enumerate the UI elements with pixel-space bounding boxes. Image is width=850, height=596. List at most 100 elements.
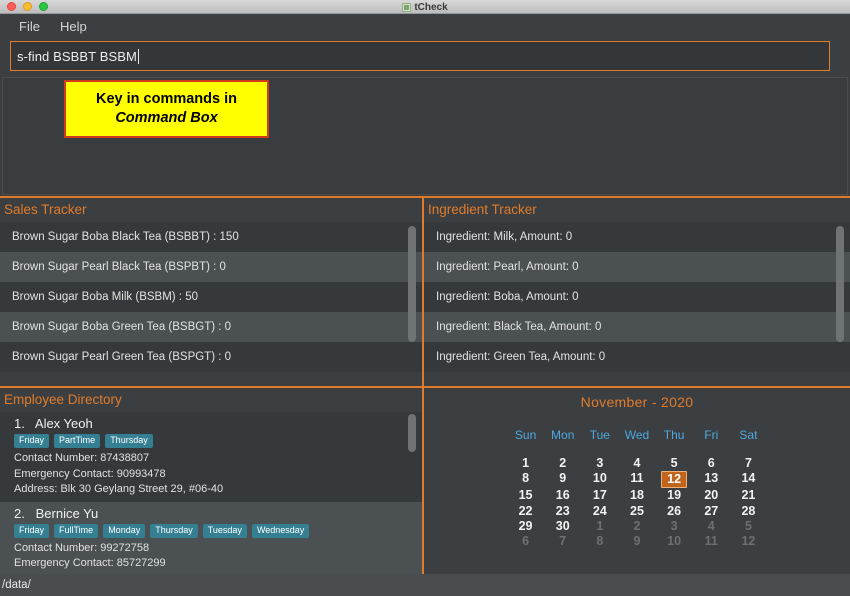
calendar-day-cell[interactable]: 24 xyxy=(581,504,618,519)
sales-tracker-row-label: Brown Sugar Boba Green Tea (BSBGT) : 0 xyxy=(12,321,232,333)
calendar-day-cell[interactable]: 3 xyxy=(581,456,618,471)
calendar-day-cell[interactable]: 4 xyxy=(618,456,655,471)
calendar-day-cell[interactable]: 11 xyxy=(693,534,730,549)
ingredient-tracker-row-label: Ingredient: Boba, Amount: 0 xyxy=(436,291,579,303)
command-input-value: s-find BSBBT BSBM xyxy=(17,48,137,64)
employee-emergency-contact: Emergency Contact: 85727299 xyxy=(14,557,166,570)
calendar-day-cell[interactable]: 18 xyxy=(618,488,655,503)
calendar-day-today[interactable]: 12 xyxy=(661,471,688,489)
calendar-day-header: Thu xyxy=(663,428,685,442)
ingredient-tracker-row[interactable]: Ingredient: Boba, Amount: 0 xyxy=(424,282,850,312)
calendar-day-cell[interactable]: 11 xyxy=(618,471,655,486)
employee-tag: Thursday xyxy=(150,523,198,538)
employee-tag: Tuesday xyxy=(202,523,247,538)
employee-emergency-contact: Emergency Contact: 90993478 xyxy=(14,467,166,480)
employee-tag: Friday xyxy=(14,434,50,448)
sales-tracker-row[interactable]: Brown Sugar Boba Milk (BSBM) : 50 xyxy=(0,282,422,312)
calendar-day-cell[interactable]: 9 xyxy=(544,471,581,486)
employee-scrollbar-thumb[interactable] xyxy=(408,414,416,452)
sales-tracker-row-label: Brown Sugar Boba Milk (BSBM) : 50 xyxy=(12,291,198,303)
ingredient-tracker-row-label: Ingredient: Black Tea, Amount: 0 xyxy=(436,321,602,333)
calendar-day-cell[interactable]: 25 xyxy=(618,504,655,519)
calendar-day-cell[interactable]: 5 xyxy=(730,519,767,534)
calendar-day-cell[interactable]: 16 xyxy=(544,488,581,503)
ingredient-tracker-row-label: Ingredient: Milk, Amount: 0 xyxy=(436,231,573,243)
calendar-grid[interactable]: Sun Mon Tue Wed Thu Fri Sat 1 2 3 4 5 6 7 8 9 10 11 12 13 14… xyxy=(507,428,767,549)
ingredient-tracker-title: Ingredient Tracker xyxy=(428,202,537,217)
ingredient-scrollbar-thumb[interactable] xyxy=(836,226,844,342)
calendar-day-header: Fri xyxy=(704,428,719,442)
calendar-day-cell[interactable]: 2 xyxy=(618,519,655,534)
calendar-day-cell[interactable]: 1 xyxy=(507,456,544,471)
menu-bar: File Help xyxy=(0,14,850,39)
calendar-day-cell[interactable]: 20 xyxy=(693,488,730,503)
callout-line-1: Key in commands in xyxy=(95,90,237,107)
calendar-day-cell[interactable]: 21 xyxy=(730,488,767,503)
calendar-day-cell[interactable]: 12 xyxy=(730,534,767,549)
calendar-day-cell[interactable]: 9 xyxy=(618,534,655,549)
text-caret xyxy=(137,48,139,64)
sales-tracker-row[interactable]: Brown Sugar Pearl Black Tea (BSPBT) : 0 xyxy=(0,252,422,282)
calendar-day-cell[interactable]: 4 xyxy=(693,519,730,534)
calendar-day-cell[interactable]: 8 xyxy=(581,534,618,549)
calendar-day-cell[interactable]: 15 xyxy=(507,488,544,503)
calendar-day-cell[interactable]: 17 xyxy=(581,488,618,503)
employee-name: 1. Alex Yeoh xyxy=(14,416,93,431)
calendar-day-cell[interactable]: 13 xyxy=(693,471,730,486)
calendar-day-cell[interactable]: 10 xyxy=(656,534,693,549)
calendar-day-cell[interactable]: 3 xyxy=(656,519,693,534)
title-bar: tCheck xyxy=(0,0,850,14)
employee-tag: Wednesday xyxy=(251,523,310,538)
calendar-day-cell[interactable]: 23 xyxy=(544,504,581,519)
ingredient-tracker-list[interactable]: Ingredient: Milk, Amount: 0 Ingredient: P… xyxy=(424,222,850,380)
ingredient-scrollbar[interactable] xyxy=(836,222,844,372)
app-window: tCheck File Help s-find BSBBT BSBM Key i… xyxy=(0,0,850,596)
ingredient-tracker-row[interactable]: Ingredient: Pearl, Amount: 0 xyxy=(424,252,850,282)
employee-card[interactable]: 2. Bernice Yu Friday FullTime Monday Thursda… xyxy=(0,501,422,574)
app-icon xyxy=(402,2,412,12)
employee-directory-list[interactable]: 1. Alex Yeoh Friday PartTime Thursday Contac… xyxy=(0,412,422,574)
calendar-day-cell[interactable]: 27 xyxy=(693,504,730,519)
calendar-day-cell[interactable]: 2 xyxy=(544,456,581,471)
sales-scrollbar[interactable] xyxy=(408,222,416,372)
ingredient-tracker-row[interactable]: Ingredient: Black Tea, Amount: 0 xyxy=(424,312,850,342)
employee-scrollbar[interactable] xyxy=(408,412,416,564)
sales-tracker-row[interactable]: Brown Sugar Boba Green Tea (BSBGT) : 0 xyxy=(0,312,422,342)
sales-tracker-list[interactable]: Brown Sugar Boba Black Tea (BSBBT) : 150… xyxy=(0,222,422,380)
sales-tracker-row-label: Brown Sugar Pearl Black Tea (BSPBT) : 0 xyxy=(12,261,226,273)
menu-item-file[interactable]: File xyxy=(9,17,50,36)
calendar-day-cell[interactable]: 7 xyxy=(544,534,581,549)
ingredient-tracker-row[interactable]: Ingredient: Milk, Amount: 0 xyxy=(424,222,850,252)
ingredient-tracker-row[interactable]: Ingredient: Green Tea, Amount: 0 xyxy=(424,342,850,372)
sales-scrollbar-thumb[interactable] xyxy=(408,226,416,342)
calendar-day-header: Sun xyxy=(514,428,537,442)
menu-item-help[interactable]: Help xyxy=(50,17,97,36)
sales-tracker-row[interactable]: Brown Sugar Boba Black Tea (BSBBT) : 150 xyxy=(0,222,422,252)
calendar-day-cell[interactable]: 29 xyxy=(507,519,544,534)
window-title-group: tCheck xyxy=(0,0,850,14)
calendar-day-cell[interactable]: 10 xyxy=(581,471,618,486)
command-box[interactable]: s-find BSBBT BSBM xyxy=(10,41,830,71)
calendar-day-cell[interactable]: 14 xyxy=(730,471,767,486)
calendar: November - 2020 Sun Mon Tue Wed Thu Fri Sat 1 2 3… xyxy=(424,388,850,574)
employee-card[interactable]: 1. Alex Yeoh Friday PartTime Thursday Contac… xyxy=(0,412,422,502)
calendar-day-cell[interactable]: 22 xyxy=(507,504,544,519)
calendar-day-cell[interactable]: 8 xyxy=(507,471,544,486)
sales-tracker-row-label: Brown Sugar Pearl Green Tea (BSPGT) : 0 xyxy=(12,351,232,363)
employee-tag: FullTime xyxy=(54,523,99,538)
calendar-day-cell[interactable]: 6 xyxy=(507,534,544,549)
calendar-day-cell[interactable]: 28 xyxy=(730,504,767,519)
calendar-day-cell[interactable]: 5 xyxy=(656,456,693,471)
calendar-day-cell[interactable]: 1 xyxy=(581,519,618,534)
sales-tracker-row[interactable]: Brown Sugar Pearl Green Tea (BSPGT) : 0 xyxy=(0,342,422,372)
status-bar-path: /data/ xyxy=(2,579,31,591)
calendar-day-header: Mon xyxy=(551,428,575,442)
calendar-day-cell[interactable]: 19 xyxy=(656,488,693,503)
calendar-day-cell[interactable]: 7 xyxy=(730,456,767,471)
calendar-day-cell[interactable]: 6 xyxy=(693,456,730,471)
calendar-day-cell[interactable]: 30 xyxy=(544,519,581,534)
employee-directory-title: Employee Directory xyxy=(4,392,122,407)
employee-tags: Friday PartTime Thursday xyxy=(0,434,422,448)
calendar-day-cell[interactable]: 26 xyxy=(656,504,693,519)
employee-index: 1. xyxy=(14,416,25,431)
